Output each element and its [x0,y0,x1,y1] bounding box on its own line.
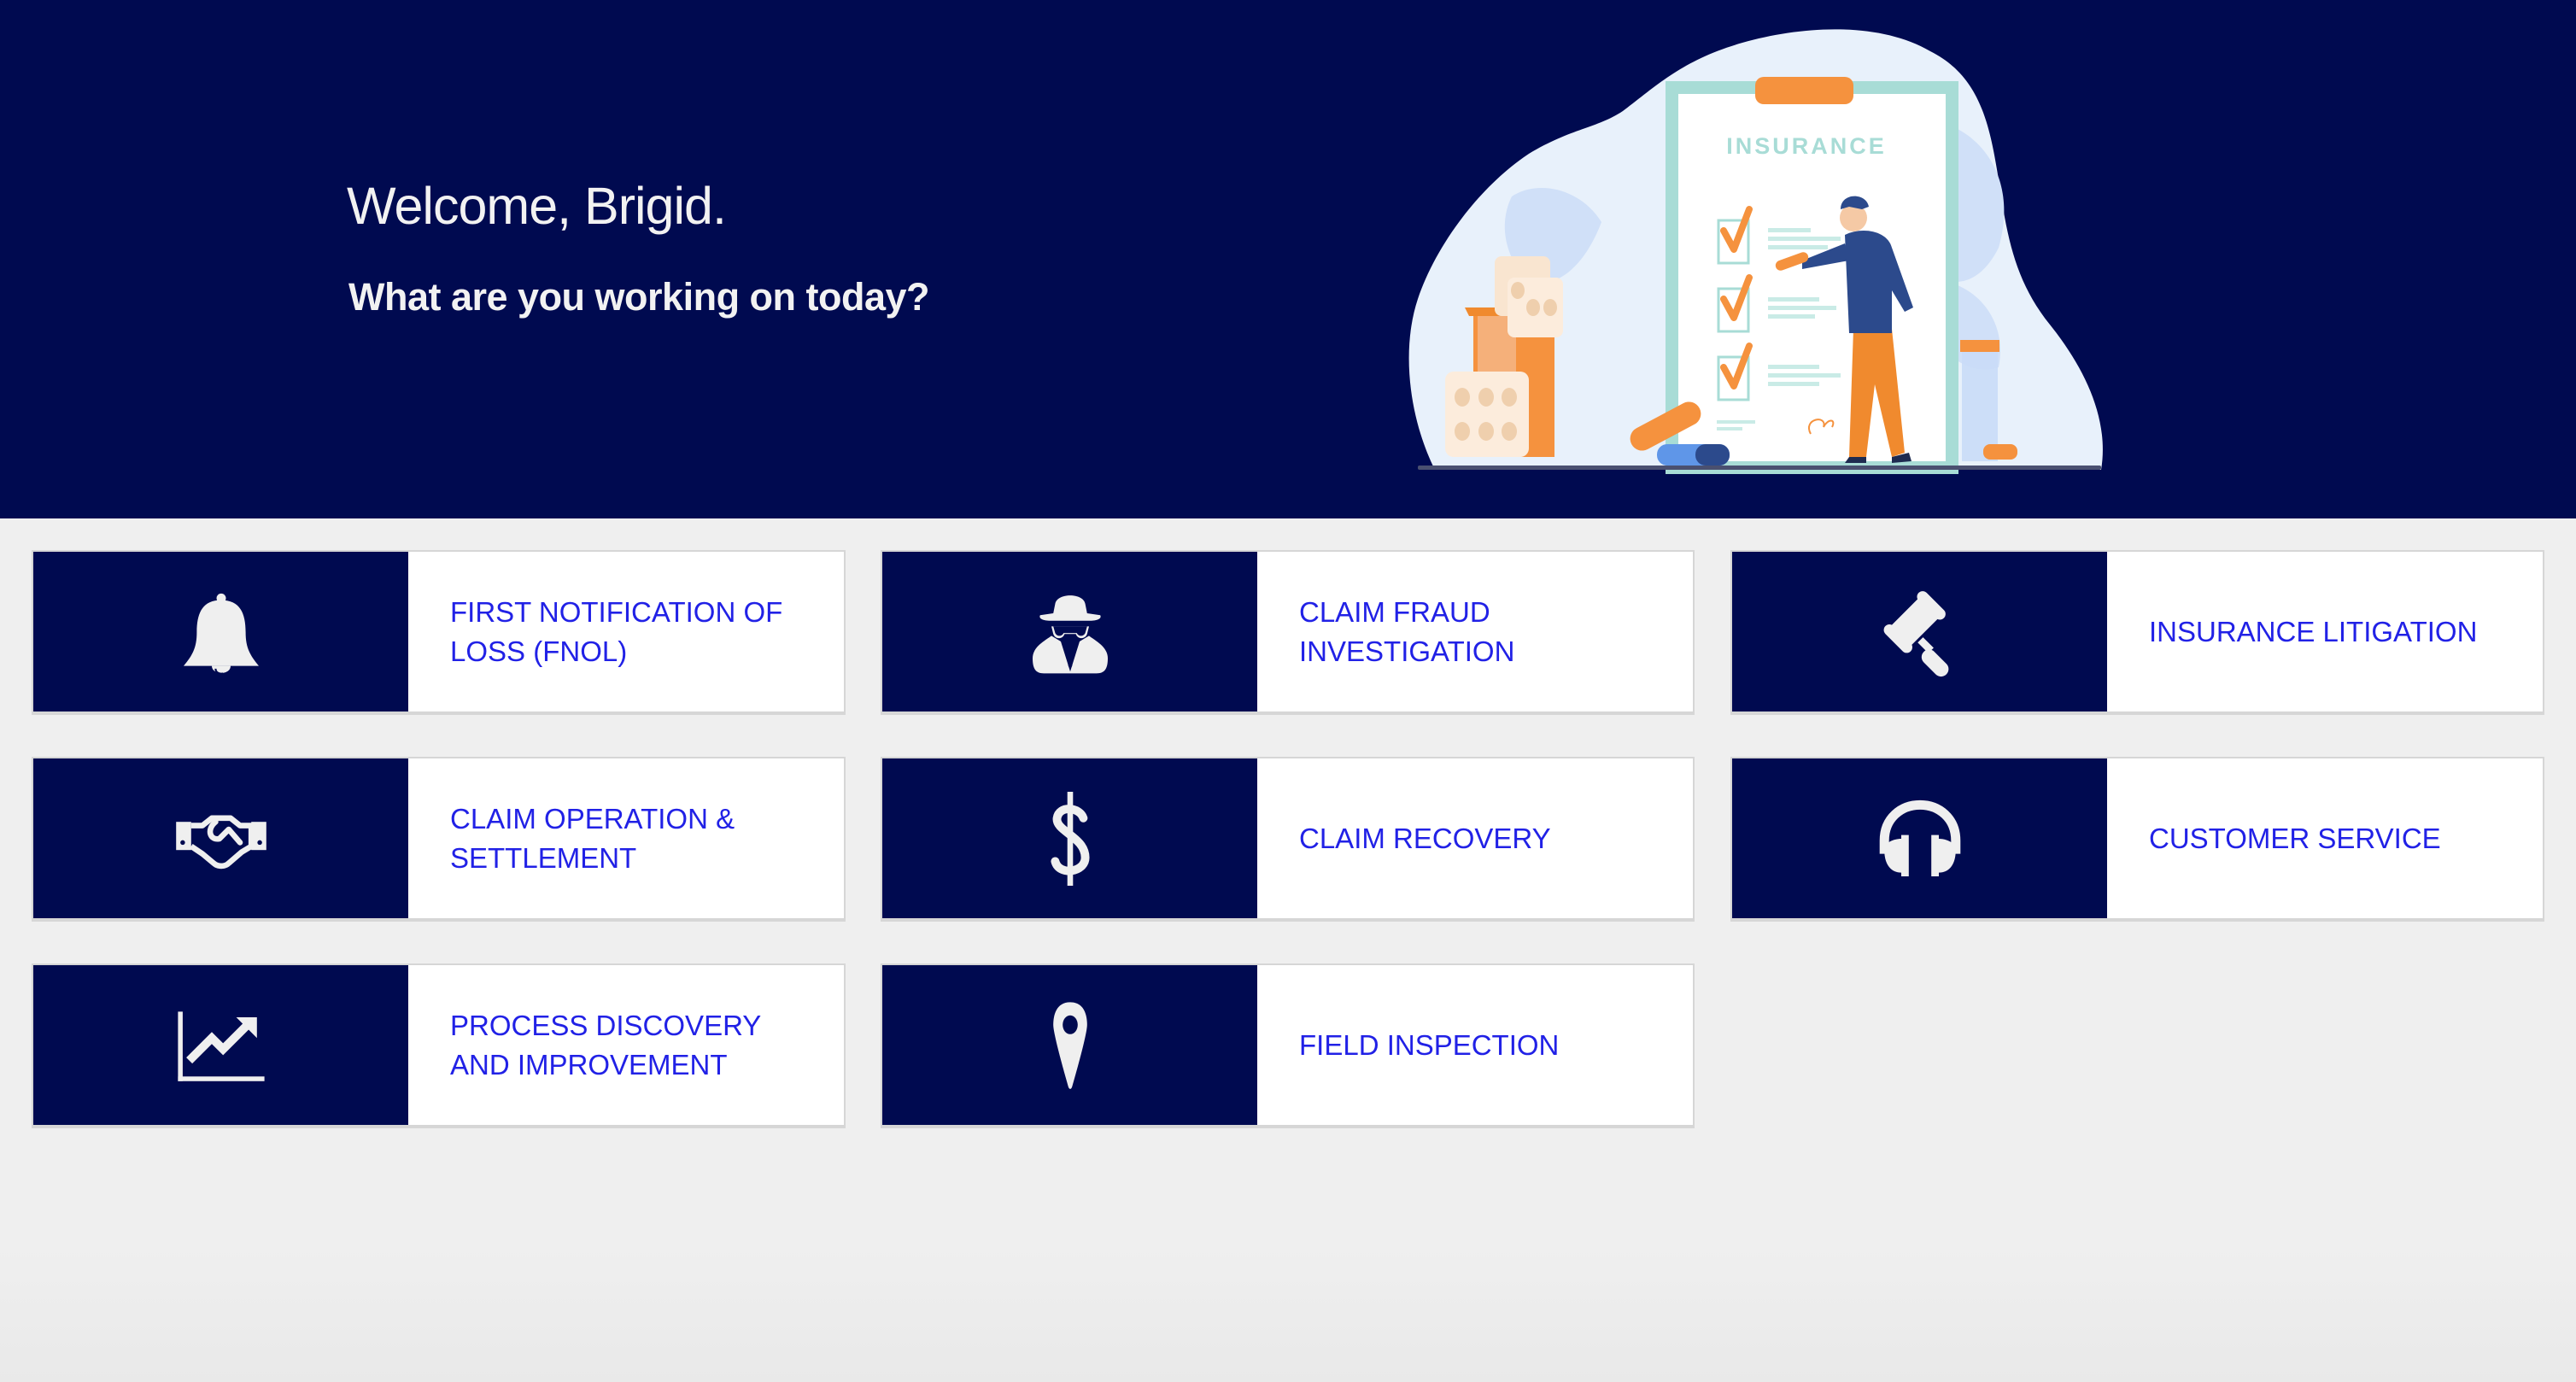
handshake-icon [175,815,266,869]
pill-pack [1445,372,1529,457]
card-icon-panel [33,758,408,918]
welcome-subtitle: What are you working on today? [348,275,930,319]
card-claim-fraud-investigation[interactable]: CLAIM FRAUD INVESTIGATION [881,550,1695,715]
chart-line-icon [177,1010,265,1081]
card-process-discovery-improvement[interactable]: PROCESS DISCOVERY AND IMPROVEMENT [32,963,846,1128]
pill-jar [1962,346,1998,461]
card-icon-panel [1732,552,2107,711]
bell-icon [183,593,259,675]
card-insurance-litigation[interactable]: INSURANCE LITIGATION [1730,550,2544,715]
card-customer-service[interactable]: CUSTOMER SERVICE [1730,757,2544,922]
card-label[interactable]: CLAIM FRAUD INVESTIGATION [1299,552,1676,711]
card-icon-panel [882,965,1257,1125]
spy-icon [1032,594,1108,673]
illustration-title: INSURANCE [1726,133,1887,159]
card-fnol[interactable]: FIRST NOTIFICATION OF LOSS (FNOL) [32,550,846,715]
card-label[interactable]: FIELD INSPECTION [1299,965,1676,1125]
welcome-heading: Welcome, Brigid. [347,177,727,235]
welcome-banner: Welcome, Brigid. What are you working on… [0,0,2576,518]
card-label[interactable]: CUSTOMER SERVICE [2149,758,2526,918]
clipboard-clip [1755,77,1853,104]
card-field-inspection[interactable]: FIELD INSPECTION [881,963,1695,1128]
card-icon-panel [33,965,408,1125]
card-label[interactable]: PROCESS DISCOVERY AND IMPROVEMENT [450,965,827,1125]
card-icon-panel [1732,758,2107,918]
headphones-icon [1879,799,1960,876]
card-label[interactable]: CLAIM OPERATION & SETTLEMENT [450,758,827,918]
card-icon-panel [882,758,1257,918]
card-label[interactable]: FIRST NOTIFICATION OF LOSS (FNOL) [450,552,827,711]
card-icon-panel [882,552,1257,711]
card-icon-panel [33,552,408,711]
ground-line [1418,466,2101,470]
card-label[interactable]: INSURANCE LITIGATION [2149,552,2526,711]
insurance-illustration: INSURANCE [1408,29,2103,474]
card-label[interactable]: CLAIM RECOVERY [1299,758,1676,918]
dollar-icon [1050,791,1090,886]
card-claim-operation-settlement[interactable]: CLAIM OPERATION & SETTLEMENT [32,757,846,922]
gavel-icon [1883,590,1948,676]
card-claim-recovery[interactable]: CLAIM RECOVERY [881,757,1695,922]
map-marker-icon [1052,1001,1087,1089]
